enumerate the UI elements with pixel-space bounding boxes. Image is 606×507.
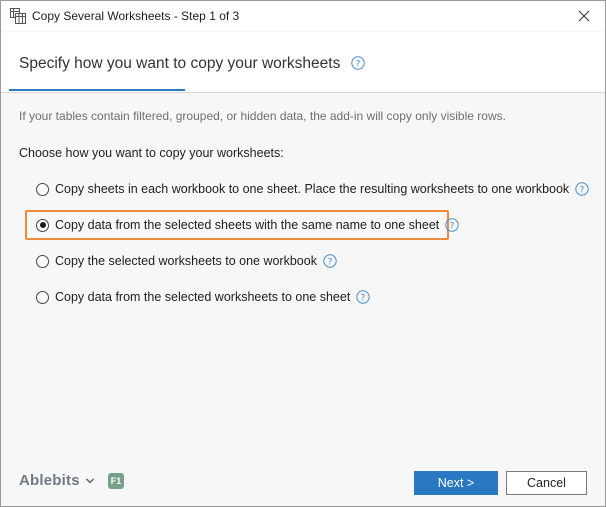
- close-button[interactable]: [572, 4, 596, 28]
- option-copy-to-one-workbook[interactable]: Copy the selected worksheets to one work…: [36, 251, 337, 271]
- close-icon: [578, 10, 590, 22]
- radio-button[interactable]: [36, 290, 49, 304]
- option-label: Copy data from the selected sheets with …: [55, 218, 440, 232]
- option-label: Copy the selected worksheets to one work…: [55, 254, 317, 268]
- svg-text:?: ?: [328, 257, 333, 267]
- help-icon[interactable]: ?: [351, 56, 365, 70]
- info-message: If your tables contain filtered, grouped…: [19, 109, 506, 123]
- option-label: Copy sheets in each workbook to one shee…: [55, 182, 570, 196]
- radio-button[interactable]: [36, 182, 49, 196]
- ablebits-menu[interactable]: Ablebits: [19, 472, 95, 489]
- help-icon[interactable]: ?: [575, 182, 589, 196]
- page-title: Specify how you want to copy your worksh…: [19, 55, 341, 72]
- window-title: Copy Several Worksheets - Step 1 of 3: [32, 9, 240, 23]
- cancel-button[interactable]: Cancel: [506, 471, 587, 495]
- f1-help-badge[interactable]: F1: [108, 473, 124, 489]
- svg-text:?: ?: [361, 293, 366, 303]
- step-progress-indicator: [9, 89, 185, 91]
- help-icon[interactable]: ?: [356, 290, 371, 304]
- next-button[interactable]: Next >: [414, 471, 498, 495]
- radio-button-selected[interactable]: [36, 218, 49, 232]
- svg-text:?: ?: [356, 59, 361, 69]
- title-bar: Copy Several Worksheets - Step 1 of 3: [1, 1, 605, 31]
- option-label: Copy data from the selected worksheets t…: [55, 290, 351, 304]
- options-prompt: Choose how you want to copy your workshe…: [19, 146, 284, 160]
- option-copy-sheets-each-workbook[interactable]: Copy sheets in each workbook to one shee…: [36, 179, 589, 199]
- svg-text:?: ?: [450, 221, 455, 231]
- help-icon[interactable]: ?: [323, 254, 337, 268]
- chevron-down-icon: [85, 478, 94, 483]
- step-header: Specify how you want to copy your worksh…: [1, 32, 605, 93]
- brand-logo: Ablebits: [19, 472, 80, 489]
- option-copy-to-one-sheet[interactable]: Copy data from the selected worksheets t…: [36, 287, 371, 307]
- svg-text:?: ?: [580, 185, 585, 195]
- help-icon[interactable]: ?: [445, 218, 459, 232]
- worksheets-copy-icon: [10, 8, 26, 24]
- dialog-window: Copy Several Worksheets - Step 1 of 3 Sp…: [0, 0, 606, 507]
- option-copy-same-name-sheets[interactable]: Copy data from the selected sheets with …: [36, 215, 459, 235]
- radio-button[interactable]: [36, 254, 49, 268]
